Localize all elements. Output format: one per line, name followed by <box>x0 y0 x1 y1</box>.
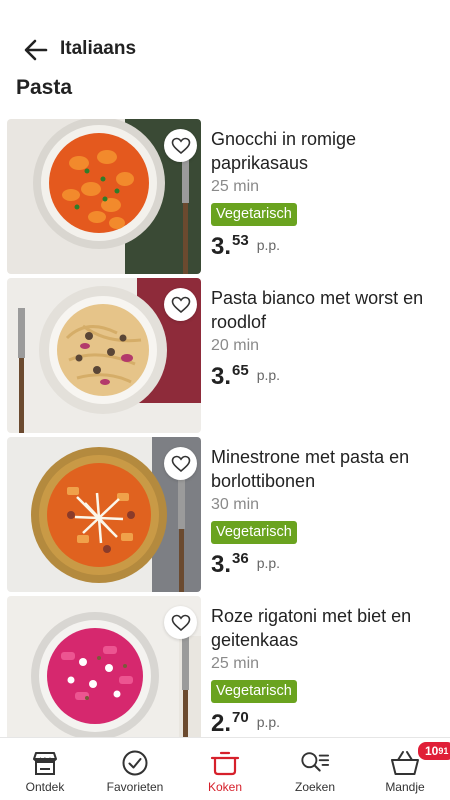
recipe-price: 3. 53 p.p. <box>211 232 443 264</box>
price-euro: 2 <box>211 710 225 737</box>
vegetarian-badge: Vegetarisch <box>211 521 297 544</box>
favorite-button[interactable] <box>164 606 197 639</box>
back-button[interactable] <box>22 38 50 62</box>
price-per-person: p.p. <box>256 237 281 253</box>
tab-label: Mandje <box>385 780 425 794</box>
recipe-title[interactable]: Gnocchi in romige paprikasaus <box>211 127 443 175</box>
price-euro: 3 <box>211 363 225 390</box>
favorite-button[interactable] <box>164 288 197 321</box>
price-per-person: p.p. <box>256 714 281 730</box>
cart-cents: 91 <box>438 746 449 756</box>
tab-label: Ontdek <box>25 780 65 794</box>
price-per-person: p.p. <box>256 555 281 571</box>
recipe-card[interactable]: Roze rigatoni met biet en geitenkaas 25 … <box>0 596 450 737</box>
tab-label: Favorieten <box>106 780 164 794</box>
recipe-title[interactable]: Minestrone met pasta en borlottibonen <box>211 445 443 493</box>
tab-mandje[interactable]: Mandje 1091 <box>360 738 450 800</box>
recipe-price: 3. 65 p.p. <box>211 362 443 394</box>
price-euro: 3 <box>211 233 225 260</box>
recipe-time: 20 min <box>211 337 260 354</box>
tab-favorieten[interactable]: Favorieten <box>90 738 180 800</box>
recipe-time: 25 min <box>211 655 260 672</box>
cart-total-badge: 1091 <box>416 740 450 762</box>
tab-label: Koken <box>207 780 243 794</box>
price-separator: . <box>224 551 232 578</box>
recipe-price: 3. 36 p.p. <box>211 550 443 582</box>
heart-icon <box>171 137 190 154</box>
header: Italiaans Pasta <box>0 0 450 110</box>
recipe-title[interactable]: Roze rigatoni met biet en geitenkaas <box>211 604 443 652</box>
recipe-image <box>7 596 201 737</box>
recipe-price: 2. 70 p.p. <box>211 709 443 737</box>
price-cents: 53 <box>232 232 249 249</box>
price-cents: 36 <box>232 550 249 567</box>
recipe-title[interactable]: Pasta bianco met worst en roodlof <box>211 286 443 334</box>
recipe-image <box>7 437 201 592</box>
favorite-button[interactable] <box>164 447 197 480</box>
price-separator: . <box>224 710 232 737</box>
recipe-card[interactable]: Pasta bianco met worst en roodlof 20 min… <box>0 278 450 433</box>
price-separator: . <box>224 363 232 390</box>
vegetarian-badge: Vegetarisch <box>211 680 297 703</box>
heart-icon <box>171 455 190 472</box>
tab-zoeken[interactable]: Zoeken <box>270 738 360 800</box>
recipe-card[interactable]: Gnocchi in romige paprikasaus 25 min Veg… <box>0 119 450 274</box>
store-icon <box>30 748 60 778</box>
tab-ontdek[interactable]: Ontdek <box>0 738 90 800</box>
price-cents: 70 <box>232 709 249 726</box>
check-circle-icon <box>120 748 150 778</box>
price-euro: 3 <box>211 551 225 578</box>
bottom-tab-bar: Ontdek Favorieten Koken Zoeken Mandje 10… <box>0 737 450 800</box>
recipe-time: 25 min <box>211 178 260 195</box>
heart-icon <box>171 614 190 631</box>
arrow-left-icon <box>24 39 48 61</box>
recipe-image <box>7 278 201 433</box>
price-separator: . <box>224 233 232 260</box>
section-title: Pasta <box>16 76 73 99</box>
tab-koken[interactable]: Koken <box>180 738 270 800</box>
favorite-button[interactable] <box>164 129 197 162</box>
price-per-person: p.p. <box>256 367 281 383</box>
search-list-icon <box>300 748 330 778</box>
recipe-time: 30 min <box>211 496 260 513</box>
price-cents: 65 <box>232 362 249 379</box>
recipe-card[interactable]: Minestrone met pasta en borlottibonen 30… <box>0 437 450 592</box>
page-title: Italiaans <box>60 38 137 59</box>
vegetarian-badge: Vegetarisch <box>211 203 297 226</box>
cart-euro: 10 <box>425 744 439 758</box>
pot-icon <box>210 748 240 778</box>
recipe-list[interactable]: Gnocchi in romige paprikasaus 25 min Veg… <box>0 119 450 737</box>
recipe-image <box>7 119 201 274</box>
tab-label: Zoeken <box>294 780 336 794</box>
heart-icon <box>171 296 190 313</box>
